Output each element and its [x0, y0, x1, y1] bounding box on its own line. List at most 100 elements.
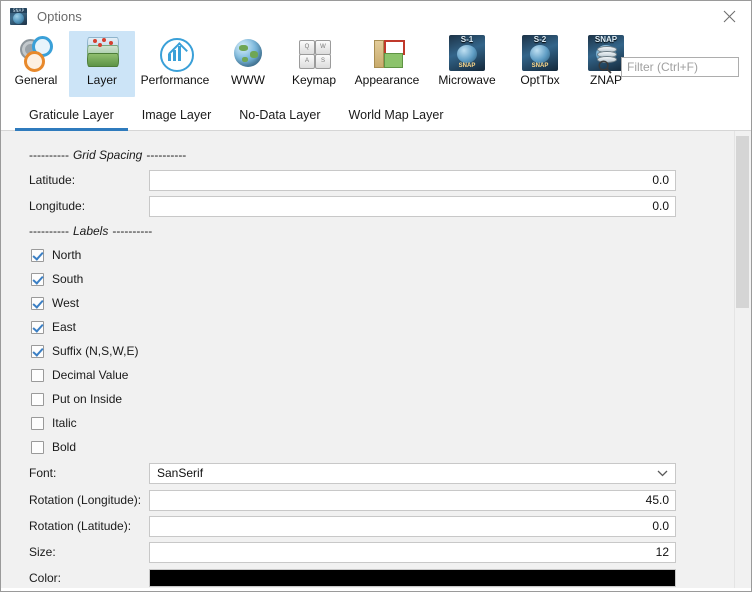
tab-image-layer[interactable]: Image Layer	[128, 99, 225, 130]
font-select-value: SanSerif	[157, 466, 204, 480]
category-keymap[interactable]: Q W A S Keymap	[281, 31, 347, 97]
checkbox-decimal-value-label: Decimal Value	[52, 368, 129, 382]
checkbox-north-box[interactable]	[31, 248, 44, 262]
section-labels-dash-right: ----------	[112, 224, 153, 238]
checkbox-put-on-inside-box[interactable]	[31, 392, 44, 406]
sentinel2-foot: SNAP	[531, 63, 549, 69]
scrollbar-thumb[interactable]	[736, 136, 749, 308]
rotation-longitude-input[interactable]	[149, 489, 676, 511]
section-grid-spacing-title: Grid Spacing	[72, 148, 143, 162]
checkbox-south-box[interactable]	[31, 272, 44, 286]
vertical-scrollbar[interactable]	[734, 131, 751, 588]
section-grid-spacing-dash-right: ----------	[146, 148, 187, 162]
checkbox-suffix-label: Suffix (N,S,W,E)	[52, 344, 139, 358]
keyboard-icon: Q W A S	[296, 35, 332, 71]
color-swatch[interactable]	[149, 569, 676, 587]
checkbox-bold[interactable]: Bold	[1, 435, 737, 459]
row-size: Size:	[1, 539, 737, 565]
globe-icon	[230, 35, 266, 71]
section-grid-spacing-dash-left: ----------	[29, 148, 69, 162]
checkbox-south[interactable]: South	[1, 267, 737, 291]
checkbox-east-box[interactable]	[31, 320, 44, 334]
options-content: ---------- Grid Spacing ---------- Latitud…	[1, 131, 751, 588]
checkbox-italic-label: Italic	[52, 416, 77, 430]
filter-input[interactable]	[621, 57, 739, 77]
graticule-layer-panel: ---------- Grid Spacing ---------- Latitud…	[1, 131, 737, 588]
checkbox-put-on-inside[interactable]: Put on Inside	[1, 387, 737, 411]
checkbox-east-label: East	[52, 320, 77, 334]
checkbox-italic[interactable]: Italic	[1, 411, 737, 435]
filter-area	[597, 57, 739, 77]
font-label: Font:	[29, 466, 57, 480]
checkbox-suffix-box[interactable]	[31, 344, 44, 358]
font-select[interactable]: SanSerif	[149, 462, 676, 484]
rotation-latitude-label: Rotation (Latitude):	[29, 519, 132, 533]
row-color: Color:	[1, 565, 737, 588]
category-performance-label: Performance	[140, 73, 210, 87]
latitude-input[interactable]	[149, 169, 676, 191]
options-window: SNAP Options General Layer Performance W…	[0, 0, 752, 592]
checkbox-west-box[interactable]	[31, 296, 44, 310]
section-labels: ---------- Labels ----------	[1, 219, 737, 243]
tab-world-map-layer-label: World Map Layer	[348, 107, 444, 122]
section-labels-dash-left: ----------	[29, 224, 69, 238]
category-keymap-label: Keymap	[291, 73, 337, 87]
rotation-latitude-input[interactable]	[149, 515, 676, 537]
snap-badge: SNAP	[10, 7, 27, 13]
checkbox-bold-box[interactable]	[31, 440, 44, 454]
category-opttbx-label: OptTbx	[520, 73, 560, 87]
tab-graticule-layer[interactable]: Graticule Layer	[15, 99, 128, 131]
tab-no-data-layer-label: No-Data Layer	[239, 107, 321, 122]
checkbox-decimal-value[interactable]: Decimal Value	[1, 363, 737, 387]
sentinel1-icon: S-1 SNAP	[449, 35, 485, 71]
checkbox-east[interactable]: East	[1, 315, 737, 339]
longitude-input[interactable]	[149, 195, 676, 217]
row-rotation-longitude: Rotation (Longitude):	[1, 487, 737, 513]
size-label: Size:	[29, 545, 56, 559]
tabstrip: Graticule Layer Image Layer No-Data Laye…	[1, 99, 751, 131]
checkbox-suffix[interactable]: Suffix (N,S,W,E)	[1, 339, 737, 363]
category-toolbar: General Layer Performance WWW Q W A S Ke…	[1, 31, 751, 99]
layers-icon	[84, 35, 120, 71]
section-labels-title: Labels	[72, 224, 109, 238]
category-appearance-label: Appearance	[354, 73, 420, 87]
close-button[interactable]	[707, 1, 751, 31]
window-title: Options	[37, 8, 82, 24]
category-www-label: WWW	[231, 73, 265, 87]
checkbox-decimal-value-box[interactable]	[31, 368, 44, 382]
checkbox-north-label: North	[52, 248, 82, 262]
tab-image-layer-label: Image Layer	[141, 107, 212, 122]
longitude-label: Longitude:	[29, 199, 86, 213]
tab-no-data-layer[interactable]: No-Data Layer	[225, 99, 334, 130]
checkbox-put-on-inside-label: Put on Inside	[52, 392, 123, 406]
row-latitude: Latitude:	[1, 167, 737, 193]
checkbox-italic-box[interactable]	[31, 416, 44, 430]
checkbox-west-label: West	[52, 296, 80, 310]
latitude-label: Latitude:	[29, 173, 76, 187]
category-layer[interactable]: Layer	[69, 31, 135, 97]
sentinel2-icon: S-2 SNAP	[522, 35, 558, 71]
category-www[interactable]: WWW	[215, 31, 281, 97]
znap-badge: SNAP	[594, 35, 618, 44]
checkbox-bold-label: Bold	[52, 440, 77, 454]
category-appearance[interactable]: Appearance	[347, 31, 427, 97]
category-microwave[interactable]: S-1 SNAP Microwave	[427, 31, 507, 97]
row-longitude: Longitude:	[1, 193, 737, 219]
tab-graticule-layer-label: Graticule Layer	[29, 107, 114, 122]
category-layer-label: Layer	[86, 73, 118, 87]
category-opttbx[interactable]: S-2 SNAP OptTbx	[507, 31, 573, 97]
category-general[interactable]: General	[3, 31, 69, 97]
section-grid-spacing: ---------- Grid Spacing ----------	[1, 143, 737, 167]
size-input[interactable]	[149, 541, 676, 563]
category-performance[interactable]: Performance	[135, 31, 215, 97]
checkbox-west[interactable]: West	[1, 291, 737, 315]
checkbox-south-label: South	[52, 272, 84, 286]
category-general-label: General	[14, 73, 58, 87]
close-icon	[723, 10, 735, 22]
checkbox-north[interactable]: North	[1, 243, 737, 267]
tab-world-map-layer[interactable]: World Map Layer	[335, 99, 458, 130]
sentinel1-foot: SNAP	[458, 63, 476, 69]
titlebar: SNAP Options	[1, 1, 751, 31]
snap-options-icon: SNAP	[10, 7, 27, 25]
search-icon	[598, 60, 612, 74]
